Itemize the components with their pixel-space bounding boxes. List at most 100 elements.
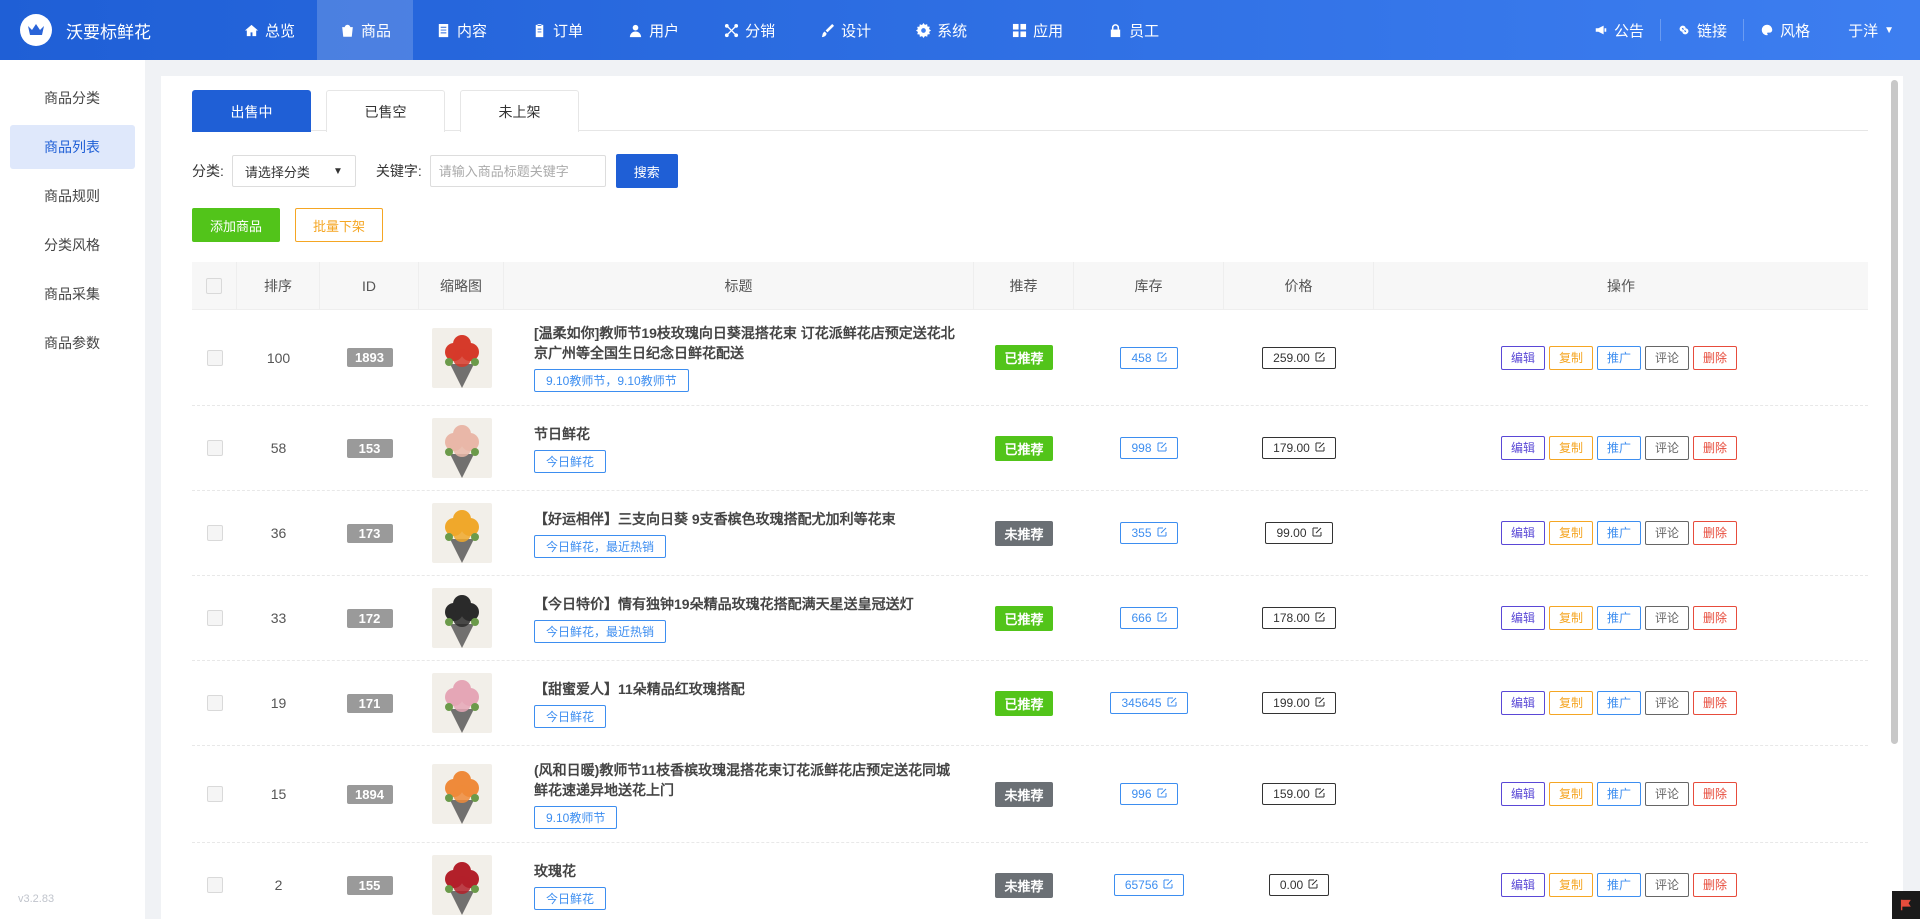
flower-thumbnail-image[interactable] [431,503,492,563]
promote-button[interactable]: 推广 [1596,345,1641,370]
tab-0[interactable]: 出售中 [192,90,311,132]
delete-button[interactable]: 删除 [1693,782,1738,806]
price-edit[interactable]: 179.00 [1262,437,1336,459]
copy-button[interactable]: 复制 [1548,345,1593,370]
stock-edit[interactable]: 345645 [1110,692,1188,714]
edit-button[interactable]: 编辑 [1500,436,1545,460]
delete-button[interactable]: 删除 [1693,606,1738,630]
nav-item-9[interactable]: 员工 [1085,0,1181,60]
copy-button[interactable]: 复制 [1548,521,1593,545]
promote-button[interactable]: 推广 [1596,436,1641,460]
tab-2[interactable]: 未上架 [460,90,579,132]
flower-thumbnail-image[interactable] [431,327,492,388]
sidebar-item-2[interactable]: 商品规则 [10,174,135,218]
nav-item-6[interactable]: 设计 [797,0,893,60]
flower-thumbnail-image[interactable] [431,418,492,478]
flower-thumbnail-image[interactable] [431,764,492,824]
promote-button[interactable]: 推广 [1596,521,1641,545]
link-button[interactable]: 链接 [1660,19,1743,41]
product-tag[interactable]: 9.10教师节 [534,805,618,829]
nav-item-1[interactable]: 商品 [317,0,414,60]
recommend-badge[interactable]: 已推荐 [995,605,1053,631]
copy-button[interactable]: 复制 [1548,436,1593,460]
row-checkbox[interactable] [206,610,223,626]
product-title[interactable]: 玫瑰花 [534,861,576,881]
category-select[interactable]: 请选择分类 ▼ [231,155,356,187]
product-title[interactable]: 节日鲜花 [534,424,590,444]
row-checkbox[interactable] [206,349,223,366]
copy-button[interactable]: 复制 [1548,782,1593,806]
stock-edit[interactable]: 998 [1120,437,1178,459]
sidebar-item-1[interactable]: 商品列表 [10,125,135,169]
edit-button[interactable]: 编辑 [1500,782,1545,806]
delete-button[interactable]: 删除 [1693,436,1738,460]
row-checkbox[interactable] [206,695,223,711]
recommend-badge[interactable]: 未推荐 [995,781,1053,807]
review-button[interactable]: 评论 [1645,782,1690,806]
edit-button[interactable]: 编辑 [1500,606,1545,630]
search-button[interactable]: 搜索 [615,154,678,188]
price-edit[interactable]: 199.00 [1262,692,1336,714]
review-button[interactable]: 评论 [1645,436,1690,460]
edit-button[interactable]: 编辑 [1500,873,1545,897]
sidebar-item-0[interactable]: 商品分类 [10,76,135,120]
stock-edit[interactable]: 666 [1120,607,1178,629]
review-button[interactable]: 评论 [1645,606,1690,630]
promote-button[interactable]: 推广 [1596,873,1641,897]
delete-button[interactable]: 删除 [1693,521,1738,545]
price-edit[interactable]: 0.00 [1268,874,1330,896]
sidebar-item-5[interactable]: 商品参数 [10,321,135,365]
select-all-checkbox[interactable] [206,278,222,294]
row-checkbox[interactable] [206,786,223,802]
sidebar-item-4[interactable]: 商品采集 [10,272,135,316]
batch-offshelf-button[interactable]: 批量下架 [295,208,383,242]
tab-1[interactable]: 已售空 [326,90,445,132]
promote-button[interactable]: 推广 [1596,606,1641,630]
stock-edit[interactable]: 458 [1120,346,1178,369]
scrollbar[interactable] [1891,80,1898,744]
nav-item-5[interactable]: 分销 [701,0,797,60]
delete-button[interactable]: 删除 [1693,345,1738,370]
nav-item-2[interactable]: 内容 [413,0,509,60]
product-title[interactable]: 【好运相伴】三支向日葵 9支香槟色玫瑰搭配尤加利等花束 [534,509,896,529]
recommend-badge[interactable]: 未推荐 [995,520,1053,546]
price-edit[interactable]: 99.00 [1265,522,1333,544]
add-product-button[interactable]: 添加商品 [192,208,280,242]
price-edit[interactable]: 159.00 [1262,783,1336,805]
user-menu[interactable]: 于洋 ▼ [1826,20,1894,41]
flower-thumbnail-image[interactable] [431,673,492,733]
flower-thumbnail-image[interactable] [431,855,492,915]
style-button[interactable]: 风格 [1743,19,1826,41]
copy-button[interactable]: 复制 [1548,691,1593,715]
delete-button[interactable]: 删除 [1693,873,1738,897]
delete-button[interactable]: 删除 [1693,691,1738,715]
product-tag[interactable]: 今日鲜花 [534,449,607,473]
review-button[interactable]: 评论 [1645,345,1690,370]
product-title[interactable]: 【今日特价】情有独钟19朵精品玫瑰花搭配满天星送皇冠送灯 [534,594,914,614]
keyword-input[interactable] [429,155,606,187]
nav-item-0[interactable]: 总览 [221,0,317,60]
product-title[interactable]: [温柔如你]教师节19枝玫瑰向日葵混搭花束 订花派鲜花店预定送花北京广州等全国生… [534,323,964,363]
flag-icon[interactable] [1892,891,1920,919]
sidebar-item-3[interactable]: 分类风格 [10,223,135,267]
promote-button[interactable]: 推广 [1596,782,1641,806]
copy-button[interactable]: 复制 [1548,873,1593,897]
stock-edit[interactable]: 996 [1120,783,1178,805]
product-tag[interactable]: 今日鲜花 [534,886,607,910]
nav-item-8[interactable]: 应用 [989,0,1085,60]
row-checkbox[interactable] [206,525,223,541]
edit-button[interactable]: 编辑 [1500,691,1545,715]
product-tag[interactable]: 今日鲜花，最近热销 [534,619,667,643]
recommend-badge[interactable]: 已推荐 [995,345,1053,370]
stock-edit[interactable]: 65756 [1113,874,1185,896]
copy-button[interactable]: 复制 [1548,606,1593,630]
recommend-badge[interactable]: 未推荐 [995,872,1053,898]
product-tag[interactable]: 9.10教师节，9.10教师节 [534,369,689,392]
price-edit[interactable]: 178.00 [1262,607,1336,629]
recommend-badge[interactable]: 已推荐 [995,435,1053,461]
edit-button[interactable]: 编辑 [1500,345,1545,370]
row-checkbox[interactable] [206,877,223,893]
product-tag[interactable]: 今日鲜花 [534,704,607,728]
review-button[interactable]: 评论 [1645,691,1690,715]
row-checkbox[interactable] [206,440,223,456]
